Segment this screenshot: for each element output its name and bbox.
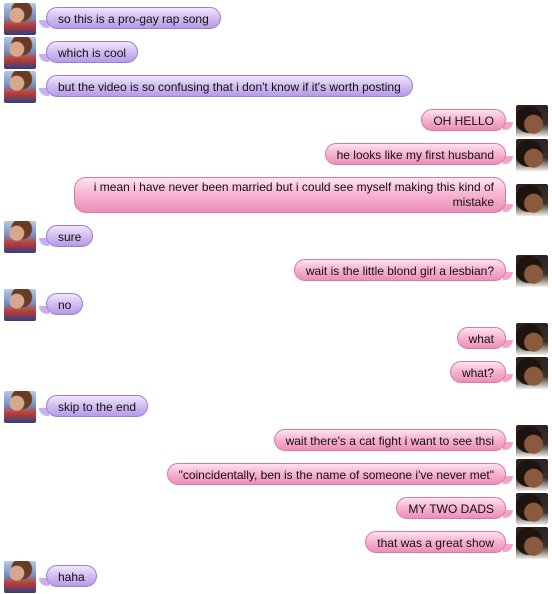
- buddy-avatar: [4, 221, 36, 253]
- message-bubble: i mean i have never been married but i c…: [74, 177, 506, 213]
- message-row: haha: [0, 560, 552, 594]
- message-row: "coincidentally, ben is the name of some…: [0, 458, 552, 492]
- message-bubble: so this is a pro-gay rap song: [46, 7, 221, 29]
- my-avatar: [516, 357, 548, 389]
- message-bubble: that was a great show: [365, 531, 506, 553]
- message-row: but the video is so confusing that i don…: [0, 70, 552, 104]
- my-avatar: [516, 105, 548, 137]
- my-avatar: [516, 323, 548, 355]
- message-row: that was a great show: [0, 526, 552, 560]
- message-row: skip to the end: [0, 390, 552, 424]
- message-row: he looks like my first husband: [0, 138, 552, 172]
- message-bubble: skip to the end: [46, 395, 149, 417]
- buddy-avatar: [4, 37, 36, 69]
- buddy-avatar: [4, 289, 36, 321]
- message-bubble: but the video is so confusing that i don…: [46, 75, 413, 97]
- message-bubble: "coincidentally, ben is the name of some…: [166, 463, 506, 485]
- message-bubble: which is cool: [46, 41, 139, 63]
- message-bubble: he looks like my first husband: [324, 143, 506, 165]
- my-avatar: [516, 459, 548, 491]
- message-row: so this is a pro-gay rap song: [0, 2, 552, 36]
- my-avatar: [516, 255, 548, 287]
- message-row: which is cool: [0, 36, 552, 70]
- message-row: wait is the little blond girl a lesbian?: [0, 254, 552, 288]
- my-avatar: [516, 184, 548, 216]
- message-row: no: [0, 288, 552, 322]
- message-bubble: what?: [449, 361, 506, 383]
- my-avatar: [516, 493, 548, 525]
- message-bubble: OH HELLO: [421, 109, 506, 131]
- buddy-avatar: [4, 71, 36, 103]
- message-row: i mean i have never been married but i c…: [0, 174, 552, 218]
- message-bubble: wait is the little blond girl a lesbian?: [293, 259, 506, 281]
- message-bubble: wait there's a cat fight i want to see t…: [273, 429, 506, 451]
- my-avatar: [516, 139, 548, 171]
- message-row: wait there's a cat fight i want to see t…: [0, 424, 552, 458]
- message-bubble: MY TWO DADS: [396, 497, 506, 519]
- message-row: sure: [0, 220, 552, 254]
- message-bubble: sure: [46, 225, 94, 247]
- message-bubble: haha: [46, 565, 97, 587]
- message-bubble: no: [46, 293, 84, 315]
- message-row: what?: [0, 356, 552, 390]
- message-bubble: what: [456, 327, 506, 349]
- my-avatar: [516, 527, 548, 559]
- buddy-avatar: [4, 561, 36, 593]
- message-row: what: [0, 322, 552, 356]
- my-avatar: [516, 425, 548, 457]
- chat-transcript: so this is a pro-gay rap song which is c…: [0, 0, 552, 594]
- buddy-avatar: [4, 3, 36, 35]
- message-row: MY TWO DADS: [0, 492, 552, 526]
- buddy-avatar: [4, 391, 36, 423]
- message-row: OH HELLO: [0, 104, 552, 138]
